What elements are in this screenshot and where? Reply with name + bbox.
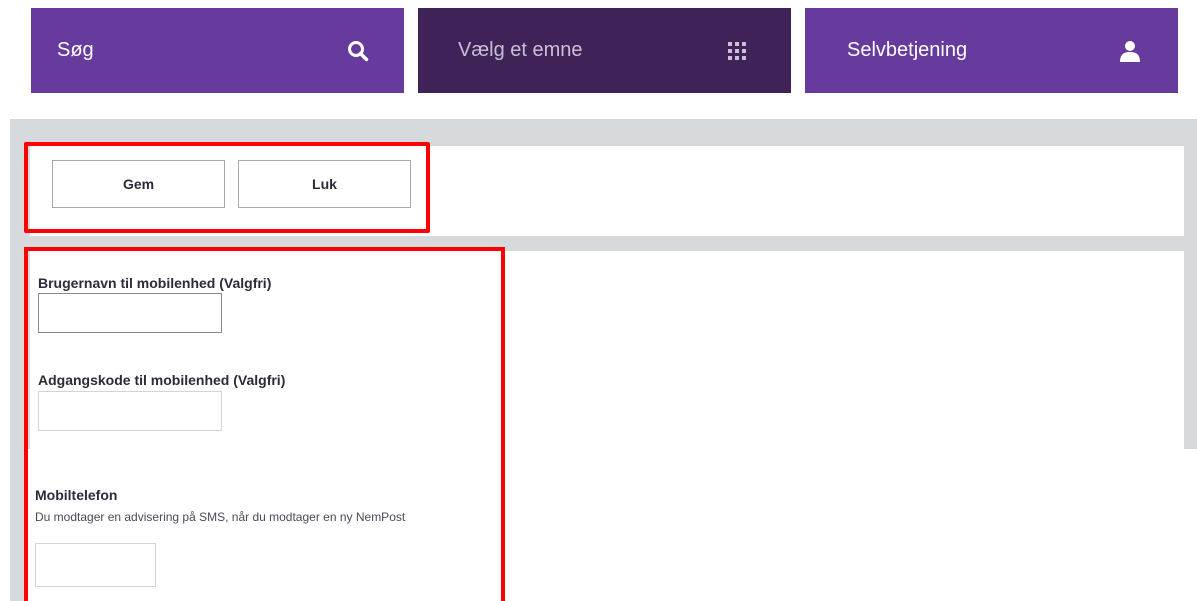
user-icon (1118, 39, 1142, 63)
highlight-form (24, 247, 505, 601)
nav-topic-label: Vælg et emne (458, 39, 583, 61)
nav-search[interactable]: Søg (31, 8, 404, 93)
search-icon (346, 39, 370, 63)
nav-self-service-label: Selvbetjening (847, 39, 968, 61)
highlight-toolbar (24, 142, 430, 233)
nav-topic-select[interactable]: Vælg et emne (418, 8, 791, 93)
nav-self-service[interactable]: Selvbetjening (805, 8, 1178, 93)
grid-icon (725, 39, 749, 63)
nav-search-label: Søg (57, 39, 94, 61)
